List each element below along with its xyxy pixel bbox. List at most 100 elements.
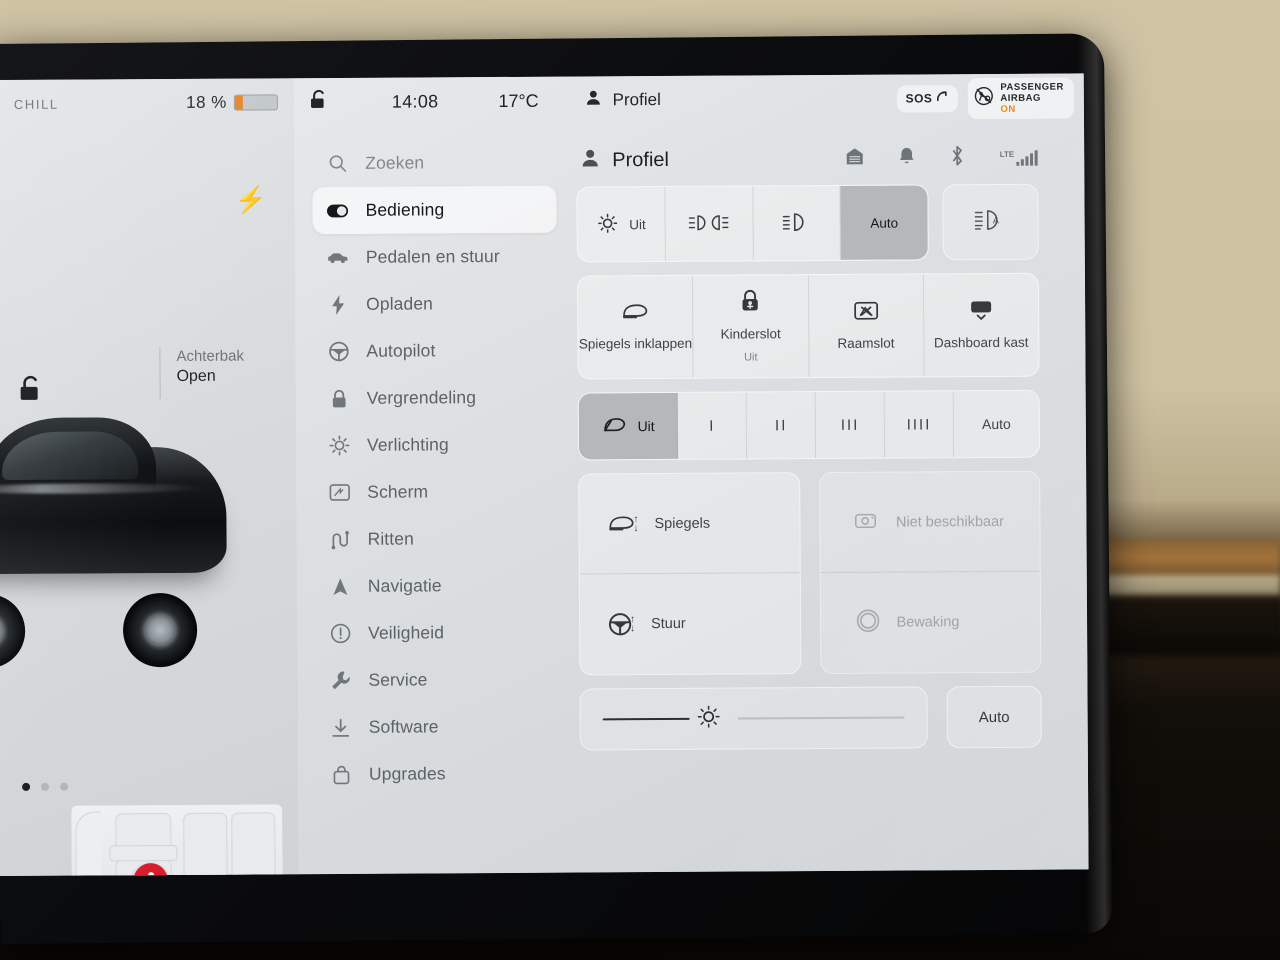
- front-wheel: [0, 593, 26, 669]
- wiper-speed-4-button[interactable]: IIII: [884, 391, 955, 458]
- lte-signal-icon: LTE: [1000, 150, 1039, 166]
- car-status-bar: CHILL 18 %: [0, 78, 294, 128]
- wiper-row[interactable]: Uit I II III IIII Auto: [577, 389, 1041, 461]
- wiper-speed-2-label: II: [774, 416, 788, 434]
- car-status-panel[interactable]: CHILL 18 % ⚡ Achterbak Open: [0, 78, 299, 877]
- sidebar-item-vergrendeling[interactable]: Vergrendeling: [314, 374, 558, 422]
- sidebar-item-upgrades[interactable]: Upgrades: [316, 750, 560, 798]
- toggle-switch-icon: [326, 203, 349, 217]
- bell-icon[interactable]: [899, 146, 916, 170]
- search-label: Zoeken: [365, 152, 425, 173]
- page-dot-3[interactable]: [60, 782, 69, 791]
- outside-temp-label: 17°C: [498, 90, 539, 111]
- glovebox-button[interactable]: Dashboard kast: [924, 274, 1039, 377]
- charge-port-bolt-icon[interactable]: ⚡: [234, 184, 267, 215]
- page-dot-1[interactable]: [22, 782, 31, 791]
- parking-lights-button[interactable]: [665, 186, 754, 261]
- sidebar-item-pedalen-en-stuur[interactable]: Pedalen en stuur: [313, 233, 557, 281]
- sidebar-item-opladen[interactable]: Opladen: [313, 280, 557, 328]
- search-input[interactable]: Zoeken: [312, 139, 556, 187]
- bolt-icon: [327, 294, 349, 315]
- sidebar-item-ritten[interactable]: Ritten: [314, 515, 558, 563]
- vehicle-illustration[interactable]: [0, 409, 247, 669]
- wiper-off-label: Uit: [637, 418, 655, 435]
- wiper-auto-button[interactable]: Auto: [954, 391, 1039, 458]
- seat-rear-left: [183, 812, 228, 877]
- clock-label[interactable]: 14:08: [392, 91, 439, 112]
- sidebar-item-navigatie[interactable]: Navigatie: [315, 562, 559, 610]
- cabin-seat-diagram[interactable]: [70, 804, 283, 877]
- lights-auto-button[interactable]: Auto: [840, 185, 928, 260]
- brightness-slider[interactable]: [579, 686, 928, 751]
- child-lock-icon: [739, 288, 761, 316]
- steering-adjust-icon: ↑ ↓: [608, 612, 635, 636]
- adjustment-row[interactable]: ↑ ↓ Spiegels ↑ ↓ Stuur Niet beschikbaar …: [578, 470, 1042, 676]
- adjust-left-group[interactable]: ↑ ↓ Spiegels ↑ ↓ Stuur: [578, 472, 801, 676]
- sidebar-item-verlichting[interactable]: Verlichting: [314, 421, 558, 469]
- rear-wheel: [122, 592, 198, 668]
- trunk-state: Open: [176, 367, 216, 385]
- wiper-speed-1-button[interactable]: I: [678, 392, 748, 459]
- settings-content[interactable]: Profiel LTE Uit Auto A Spiegels inklappe…: [574, 121, 1089, 872]
- bluetooth-icon[interactable]: [950, 145, 966, 171]
- unlocked-padlock-icon[interactable]: [308, 89, 330, 116]
- brightness-row[interactable]: Auto: [579, 685, 1042, 751]
- settings-sidebar[interactable]: Zoeken Bediening Pedalen en stuur Oplade…: [294, 125, 579, 875]
- sidebar-item-software[interactable]: Software: [316, 703, 560, 751]
- access-row[interactable]: Spiegels inklappen Kinderslot Uit Raamsl…: [576, 272, 1040, 380]
- sidebar-item-veiligheid[interactable]: Veiligheid: [315, 609, 559, 657]
- sos-label: SOS: [905, 91, 933, 106]
- adjust-right-group[interactable]: Niet beschikbaar Bewaking: [818, 470, 1042, 675]
- auto-high-beam-button[interactable]: A: [942, 183, 1039, 261]
- sentry-mode-button[interactable]: Bewaking: [820, 572, 1040, 673]
- mirror-fold-icon: [621, 302, 649, 326]
- sun-brightness-icon[interactable]: [695, 703, 721, 734]
- mirror-adjust-icon: ↑ ↓: [607, 514, 639, 534]
- window-lock-button[interactable]: Raamslot: [808, 274, 925, 378]
- tesla-touchscreen[interactable]: CHILL 18 % ⚡ Achterbak Open 14:08 17°C P…: [0, 73, 1089, 877]
- lights-auto-label: Auto: [870, 215, 899, 231]
- sidebar-item-service[interactable]: Service: [315, 656, 559, 704]
- airbag-state: ON: [1000, 103, 1016, 115]
- wiper-speed-3-button[interactable]: III: [815, 391, 886, 459]
- wiper-speed-4-label: IIII: [906, 415, 932, 434]
- sidebar-item-autopilot[interactable]: Autopilot: [313, 327, 557, 375]
- sidebar-item-label: Service: [368, 669, 428, 690]
- sos-button[interactable]: SOS: [896, 84, 958, 113]
- brightness-auto-button[interactable]: Auto: [946, 685, 1042, 749]
- car-side-icon: [327, 250, 349, 264]
- windshield-outline: [75, 811, 102, 877]
- auto-high-beam-icon: A: [974, 207, 1008, 236]
- battery-fill: [234, 95, 243, 110]
- lights-row[interactable]: Uit Auto A: [576, 183, 1039, 263]
- battery-percent-label: 18 %: [186, 92, 227, 112]
- low-beam-button[interactable]: [752, 185, 842, 261]
- child-lock-button[interactable]: Kinderslot Uit: [693, 275, 810, 378]
- unlocked-padlock-icon[interactable]: [18, 375, 44, 408]
- profile-button[interactable]: Profiel: [585, 89, 661, 111]
- wall-shadow: [1095, 596, 1280, 656]
- sidebar-item-scherm[interactable]: Scherm: [314, 468, 558, 516]
- settings-sheet[interactable]: 14:08 17°C Profiel SOS PASSENGER AIRBAG …: [293, 73, 1089, 875]
- trunk-status[interactable]: Achterbak Open: [159, 346, 245, 400]
- adjust-mirrors-button[interactable]: ↑ ↓ Spiegels: [579, 473, 800, 575]
- sidebar-item-label: Opladen: [366, 293, 434, 314]
- sidebar-item-bediening[interactable]: Bediening: [312, 185, 557, 235]
- sentry-mode-label: Bewaking: [896, 614, 960, 631]
- page-indicator[interactable]: [22, 782, 69, 791]
- lights-off-button[interactable]: Uit: [577, 186, 666, 262]
- wiper-speed-3-label: III: [840, 416, 860, 434]
- fold-mirrors-button[interactable]: Spiegels inklappen: [577, 275, 694, 379]
- wiper-auto-label: Auto: [981, 415, 1011, 433]
- page-dot-2[interactable]: [41, 782, 50, 791]
- adjust-steering-button[interactable]: ↑ ↓ Stuur: [580, 573, 800, 674]
- brightness-track-filled: [602, 717, 690, 721]
- wiper-speed-2-button[interactable]: II: [747, 392, 817, 459]
- battery-icon: [233, 94, 278, 111]
- road-icon: [328, 529, 350, 549]
- wiper-off-button[interactable]: Uit: [578, 392, 679, 460]
- download-icon: [330, 717, 352, 737]
- sidebar-item-label: Software: [368, 716, 439, 737]
- adjust-mirrors-label: Spiegels: [654, 515, 711, 532]
- garage-icon[interactable]: [846, 147, 865, 171]
